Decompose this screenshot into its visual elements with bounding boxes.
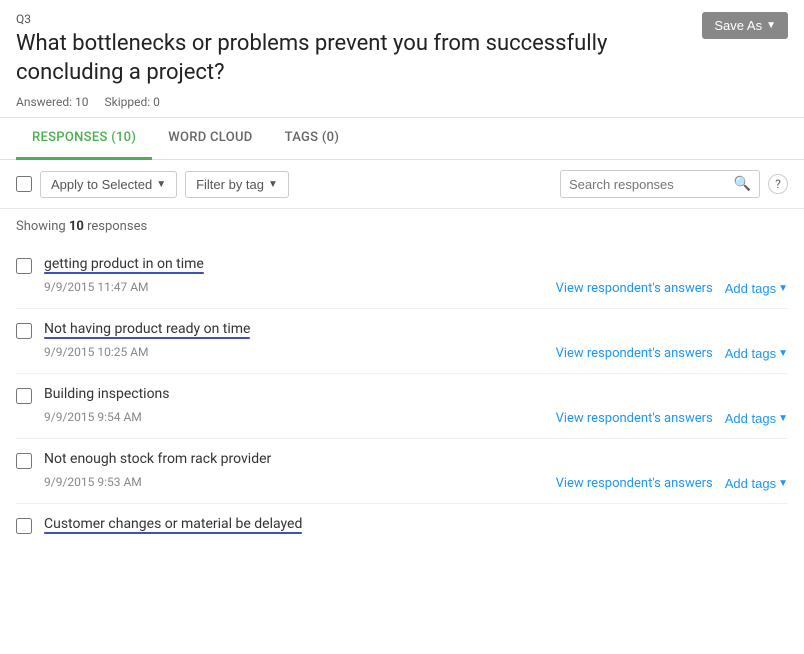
add-tags-chevron-icon-4: ▼ [778,478,788,489]
view-respondent-link-3[interactable]: View respondent's answers [556,411,713,426]
add-tags-button-3[interactable]: Add tags ▼ [725,411,788,426]
tab-responses[interactable]: RESPONSES (10) [16,118,152,160]
save-as-label: Save As [714,18,762,33]
filter-label: Filter by tag [196,177,264,192]
response-actions-2: View respondent's answers Add tags ▼ [556,346,788,361]
search-input[interactable] [569,177,728,192]
table-row: Customer changes or material be delayed [16,504,788,547]
response-text-1: getting product in on time [44,256,204,272]
search-box[interactable]: 🔍 [560,170,760,198]
response-text-5: Customer changes or material be delayed [44,516,302,532]
question-title: What bottlenecks or problems prevent you… [16,30,702,87]
view-respondent-link-4[interactable]: View respondent's answers [556,476,713,491]
response-content-3: Building inspections 9/9/2015 9:54 AM Vi… [44,386,788,426]
response-meta-1: 9/9/2015 11:47 AM View respondent's answ… [44,277,788,296]
response-meta-3: 9/9/2015 9:54 AM View respondent's answe… [44,407,788,426]
table-row: Not enough stock from rack provider 9/9/… [16,439,788,504]
add-tags-button-1[interactable]: Add tags ▼ [725,281,788,296]
filter-chevron-icon: ▼ [268,179,278,190]
showing-prefix: Showing [16,219,69,234]
response-actions-1: View respondent's answers Add tags ▼ [556,281,788,296]
response-time-4: 9/9/2015 9:53 AM [44,475,142,489]
table-row: Building inspections 9/9/2015 9:54 AM Vi… [16,374,788,439]
response-actions-4: View respondent's answers Add tags ▼ [556,476,788,491]
page-header: Q3 What bottlenecks or problems prevent … [0,0,804,118]
response-text-3: Building inspections [44,386,170,402]
stats-row: Answered: 10 Skipped: 0 [16,95,788,109]
showing-suffix: responses [84,219,147,234]
response-checkbox-1[interactable] [16,258,32,274]
response-text-2: Not having product ready on time [44,321,250,337]
add-tags-chevron-icon-1: ▼ [778,283,788,294]
tab-tags[interactable]: TAGS (0) [269,118,356,160]
response-checkbox-3[interactable] [16,388,32,404]
response-content-5: Customer changes or material be delayed [44,516,788,535]
response-meta-4: 9/9/2015 9:53 AM View respondent's answe… [44,472,788,491]
search-icon: 🔍 [734,176,751,192]
view-respondent-link-2[interactable]: View respondent's answers [556,346,713,361]
tabs-bar: RESPONSES (10) WORD CLOUD TAGS (0) [0,118,804,160]
filter-by-tag-button[interactable]: Filter by tag ▼ [185,171,289,198]
response-actions-3: View respondent's answers Add tags ▼ [556,411,788,426]
response-meta-2: 9/9/2015 10:25 AM View respondent's answ… [44,342,788,361]
response-content-2: Not having product ready on time 9/9/201… [44,321,788,361]
response-time-2: 9/9/2015 10:25 AM [44,345,149,359]
chevron-down-icon: ▼ [766,20,776,31]
add-tags-chevron-icon-2: ▼ [778,348,788,359]
table-row: getting product in on time 9/9/2015 11:4… [16,244,788,309]
apply-to-selected-button[interactable]: Apply to Selected ▼ [40,171,177,198]
add-tags-button-2[interactable]: Add tags ▼ [725,346,788,361]
responses-list: getting product in on time 9/9/2015 11:4… [0,244,804,547]
response-time-3: 9/9/2015 9:54 AM [44,410,142,424]
apply-label: Apply to Selected [51,177,152,192]
response-checkbox-5[interactable] [16,518,32,534]
save-as-button[interactable]: Save As ▼ [702,12,788,39]
tab-word-cloud[interactable]: WORD CLOUD [152,118,268,160]
table-row: Not having product ready on time 9/9/201… [16,309,788,374]
question-id: Q3 [16,12,702,26]
select-all-checkbox[interactable] [16,176,32,192]
showing-count: 10 [69,219,84,234]
response-content-1: getting product in on time 9/9/2015 11:4… [44,256,788,296]
toolbar: Apply to Selected ▼ Filter by tag ▼ 🔍 ? [0,160,804,209]
help-icon[interactable]: ? [768,174,788,194]
response-time-1: 9/9/2015 11:47 AM [44,280,149,294]
response-checkbox-4[interactable] [16,453,32,469]
showing-text: Showing 10 responses [0,209,804,244]
add-tags-button-4[interactable]: Add tags ▼ [725,476,788,491]
apply-chevron-icon: ▼ [156,179,166,190]
response-content-4: Not enough stock from rack provider 9/9/… [44,451,788,491]
response-text-4: Not enough stock from rack provider [44,451,271,467]
add-tags-chevron-icon-3: ▼ [778,413,788,424]
view-respondent-link-1[interactable]: View respondent's answers [556,281,713,296]
answered-stat: Answered: 10 [16,95,89,109]
response-checkbox-2[interactable] [16,323,32,339]
skipped-stat: Skipped: 0 [105,95,160,109]
